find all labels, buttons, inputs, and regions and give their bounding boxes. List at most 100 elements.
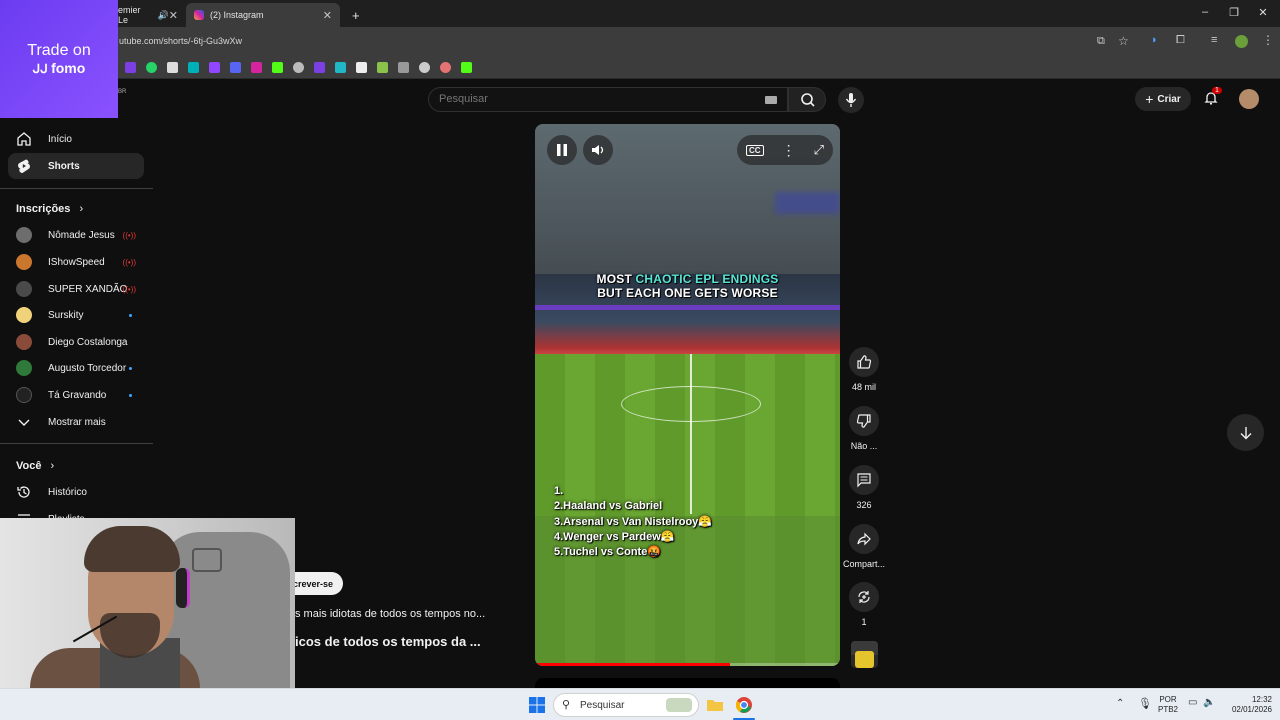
minimize-icon[interactable]: – bbox=[1198, 6, 1212, 18]
sidebar-subscription[interactable]: Diego Costalonga bbox=[8, 329, 144, 355]
fullscreen-icon[interactable]: ⤢ bbox=[814, 142, 824, 158]
search-button[interactable] bbox=[788, 87, 826, 112]
chevron-down-icon bbox=[16, 414, 32, 430]
bookmark-icon[interactable] bbox=[272, 62, 283, 73]
tab-youtube[interactable]: emier Le 🔊 ✕ bbox=[110, 3, 186, 27]
avatar bbox=[16, 307, 32, 323]
instagram-icon bbox=[194, 10, 204, 20]
chrome-icon[interactable] bbox=[735, 696, 753, 714]
close-tab-icon[interactable]: ✕ bbox=[323, 9, 332, 22]
like-button[interactable] bbox=[849, 347, 879, 377]
subscriptions-heading[interactable]: Inscrições › bbox=[16, 203, 83, 215]
avatar bbox=[16, 227, 32, 243]
taskbar-search[interactable]: ⚲ Pesquisar bbox=[553, 693, 699, 717]
profile-icon[interactable] bbox=[1235, 35, 1248, 48]
history-icon bbox=[16, 484, 32, 500]
bookmark-icon[interactable] bbox=[251, 62, 262, 73]
bookmark-icon[interactable] bbox=[167, 62, 178, 73]
bookmark-icon[interactable] bbox=[125, 62, 136, 73]
maximize-icon[interactable]: ❐ bbox=[1227, 6, 1241, 19]
show-more-button[interactable]: Mostrar mais bbox=[8, 409, 144, 435]
clock-time: 12:32 bbox=[1251, 695, 1272, 704]
search-input[interactable] bbox=[439, 93, 739, 105]
bookmark-icon[interactable] bbox=[377, 62, 388, 73]
you-heading[interactable]: Você › bbox=[16, 460, 54, 472]
video-description[interactable]: s mais idiotas de todos os tempos no... bbox=[295, 608, 485, 620]
close-tab-icon[interactable]: ✕ bbox=[169, 9, 178, 22]
keyboard-icon[interactable] bbox=[765, 96, 777, 104]
sidebar-subscription[interactable]: SUPER XANDÃO ((•)) bbox=[8, 276, 144, 302]
bookmark-icon[interactable] bbox=[440, 62, 451, 73]
language-line1: POR bbox=[1159, 695, 1177, 704]
bookmark-icon[interactable] bbox=[146, 62, 157, 73]
file-explorer-icon[interactable] bbox=[706, 696, 724, 714]
tab-instagram[interactable]: (2) Instagram ✕ bbox=[186, 3, 340, 27]
notifications-button[interactable]: 1 bbox=[1203, 87, 1222, 106]
address-bar: utube.com/shorts/-6tj-Gu3wXw ⧉ ☆ ◗ ⧠ ≡ ⋮ bbox=[0, 27, 1280, 57]
extension-icon[interactable]: ◗ bbox=[1151, 34, 1158, 46]
subscribe-label: crever-se bbox=[293, 578, 334, 589]
language-indicator[interactable]: POR PTB2 bbox=[1155, 695, 1181, 715]
bookmark-star-icon[interactable]: ☆ bbox=[1118, 34, 1129, 48]
bookmark-icon[interactable] bbox=[293, 62, 304, 73]
promo-line1: Trade on bbox=[27, 42, 91, 59]
sidebar-divider bbox=[0, 443, 153, 444]
extensions-icon[interactable]: ⧠ bbox=[1176, 34, 1185, 47]
sidebar-subscription[interactable]: Nômade Jesus ((•)) bbox=[8, 222, 144, 248]
notification-badge: 1 bbox=[1212, 87, 1222, 94]
dislike-button[interactable] bbox=[849, 406, 879, 436]
bookmark-icon[interactable] bbox=[188, 62, 199, 73]
bookmark-icon[interactable] bbox=[398, 62, 409, 73]
close-window-icon[interactable]: ✕ bbox=[1256, 6, 1270, 19]
comments-button[interactable] bbox=[849, 465, 879, 495]
more-options-icon[interactable]: ⋮ bbox=[782, 142, 796, 159]
windows-start-icon[interactable] bbox=[528, 696, 546, 714]
share-button[interactable] bbox=[849, 524, 879, 554]
sidebar-subscription[interactable]: IShowSpeed ((•)) bbox=[8, 249, 144, 275]
volume-icon[interactable]: 🔈 bbox=[1203, 697, 1215, 708]
video-title[interactable]: icos de todos os tempos da ... bbox=[295, 634, 481, 649]
bookmark-icon[interactable] bbox=[356, 62, 367, 73]
taskbar-search-placeholder: Pesquisar bbox=[580, 699, 625, 711]
bookmark-icon[interactable] bbox=[461, 62, 472, 73]
bookmark-icon[interactable] bbox=[335, 62, 346, 73]
pause-button[interactable] bbox=[547, 135, 577, 165]
search-field[interactable] bbox=[428, 87, 788, 112]
url-text[interactable]: utube.com/shorts/-6tj-Gu3wXw bbox=[119, 36, 242, 46]
sidebar-subscription[interactable]: Surskity bbox=[8, 302, 144, 328]
microphone-icon bbox=[845, 93, 857, 107]
tab-title: emier Le bbox=[118, 5, 141, 25]
install-app-icon[interactable]: ⧉ bbox=[1097, 35, 1105, 48]
sidebar-subscription[interactable]: Augusto Torcedor bbox=[8, 355, 144, 381]
media-control-icon[interactable]: ≡ bbox=[1211, 34, 1217, 46]
sidebar-item-shorts[interactable]: Shorts bbox=[8, 153, 144, 179]
menu-kebab-icon[interactable]: ⋮ bbox=[1262, 33, 1274, 47]
captions-icon[interactable]: CC bbox=[746, 144, 764, 156]
bookmark-icon[interactable] bbox=[209, 62, 220, 73]
home-icon bbox=[16, 131, 32, 147]
short-video-player[interactable]: CC ⋮ ⤢ MOST CHAOTIC EPL ENDINGS BUT EACH… bbox=[535, 124, 840, 666]
remix-button[interactable] bbox=[849, 582, 879, 612]
channel-name: Nômade Jesus bbox=[48, 229, 115, 241]
video-progress-bar[interactable] bbox=[535, 663, 840, 666]
tray-overflow-icon[interactable]: ⌃ bbox=[1116, 698, 1124, 709]
speaker-icon[interactable]: 🔊 bbox=[158, 10, 169, 21]
bookmark-icon[interactable] bbox=[230, 62, 241, 73]
volume-button[interactable] bbox=[583, 135, 613, 165]
sidebar-subscription[interactable]: Tá Gravando bbox=[8, 382, 144, 408]
bookmark-icon[interactable] bbox=[419, 62, 430, 73]
clock[interactable]: 12:32 02/01/2026 bbox=[1222, 695, 1272, 715]
voice-search-button[interactable] bbox=[838, 87, 864, 113]
next-short-button[interactable] bbox=[1227, 414, 1264, 451]
clock-date: 02/01/2026 bbox=[1231, 705, 1272, 714]
sidebar-item-home[interactable]: Início bbox=[8, 126, 144, 152]
network-icon[interactable]: ▭ bbox=[1188, 697, 1197, 708]
bookmark-icon[interactable] bbox=[314, 62, 325, 73]
create-button[interactable]: + Criar bbox=[1135, 87, 1191, 111]
microphone-icon[interactable]: 🎙 bbox=[1138, 697, 1152, 710]
new-tab-button[interactable]: + bbox=[344, 3, 364, 27]
account-avatar[interactable] bbox=[1239, 89, 1259, 109]
audio-source-thumbnail[interactable] bbox=[851, 641, 878, 668]
sidebar-item-history[interactable]: Histórico bbox=[8, 479, 144, 505]
title-part-highlight: CHAOTIC EPL ENDINGS bbox=[635, 272, 779, 286]
